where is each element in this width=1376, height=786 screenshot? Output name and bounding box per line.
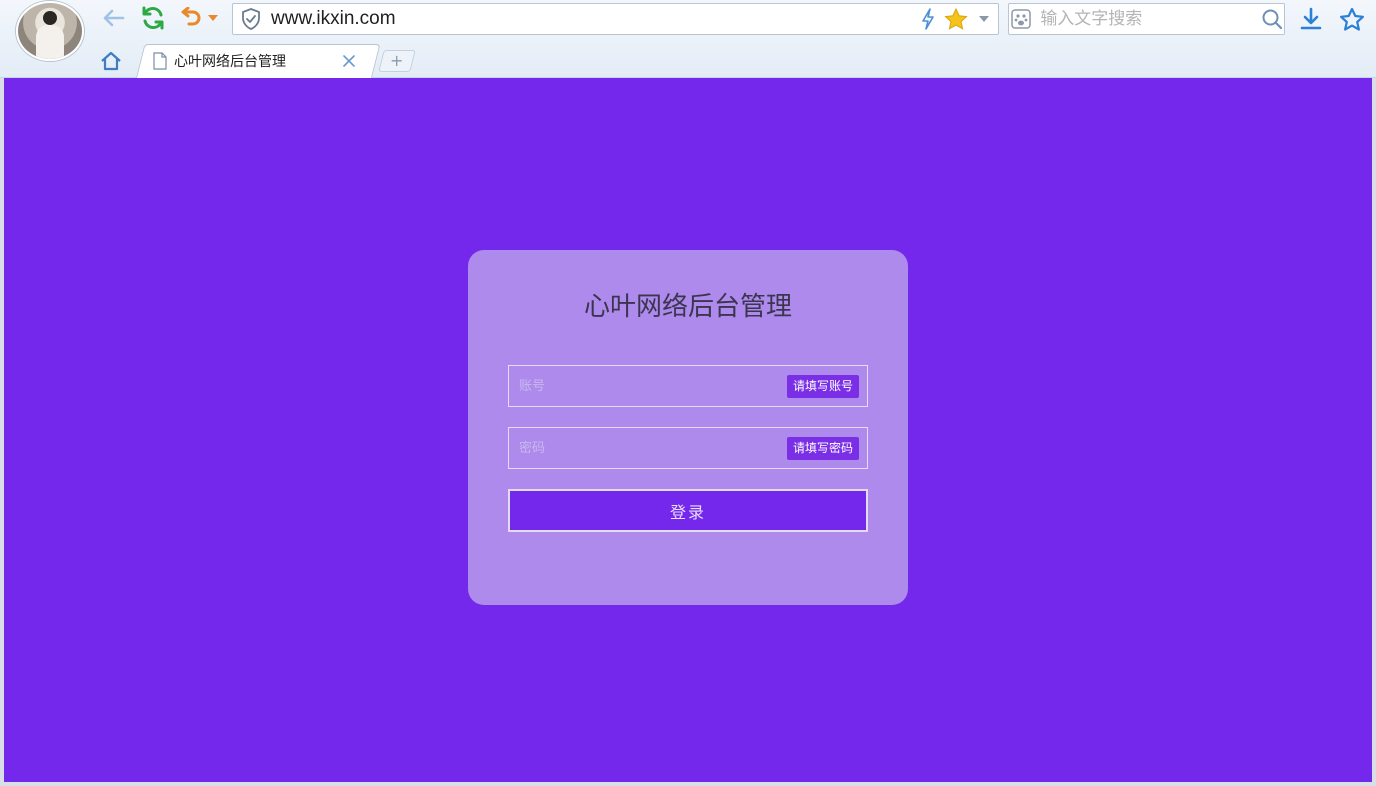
tab-active[interactable]: 心叶网络后台管理 bbox=[140, 44, 366, 78]
account-field[interactable]: 请填写账号 bbox=[508, 365, 868, 407]
browser-toolbar: 心叶网络后台管理 + bbox=[0, 0, 1376, 78]
plus-icon: + bbox=[390, 51, 404, 70]
download-icon[interactable] bbox=[1296, 4, 1326, 34]
search-input[interactable] bbox=[1032, 4, 1260, 34]
shield-icon[interactable] bbox=[233, 4, 269, 34]
star-outline-icon[interactable] bbox=[1337, 4, 1367, 34]
back-arrow-icon[interactable] bbox=[99, 4, 127, 32]
undo-dropdown-icon[interactable] bbox=[206, 4, 220, 32]
page-title: 心叶网络后台管理 bbox=[583, 292, 792, 322]
lightning-icon[interactable] bbox=[914, 4, 942, 34]
close-icon[interactable] bbox=[338, 50, 360, 72]
refresh-icon[interactable] bbox=[139, 4, 167, 32]
password-tip-badge: 请填写密码 bbox=[786, 437, 859, 460]
password-field[interactable]: 请填写密码 bbox=[508, 427, 868, 469]
address-bar[interactable] bbox=[232, 3, 999, 35]
address-dropdown-icon[interactable] bbox=[970, 4, 998, 34]
document-icon bbox=[148, 44, 172, 78]
window-frame-right bbox=[1372, 78, 1376, 786]
page-viewport: 心叶网络后台管理 请填写账号 请填写密码 登录 bbox=[4, 78, 1372, 782]
password-input[interactable] bbox=[509, 428, 779, 468]
home-icon[interactable] bbox=[98, 48, 124, 74]
undo-icon[interactable] bbox=[176, 4, 204, 32]
search-icon[interactable] bbox=[1259, 4, 1284, 34]
search-box[interactable] bbox=[1008, 3, 1285, 35]
account-input[interactable] bbox=[509, 366, 779, 406]
user-avatar[interactable] bbox=[16, 1, 84, 61]
tab-title: 心叶网络后台管理 bbox=[174, 54, 286, 70]
window-frame-bottom bbox=[0, 782, 1376, 786]
login-card: 心叶网络后台管理 请填写账号 请填写密码 登录 bbox=[468, 250, 908, 605]
star-icon[interactable] bbox=[942, 4, 970, 34]
account-tip-badge: 请填写账号 bbox=[786, 375, 859, 398]
login-button[interactable]: 登录 bbox=[508, 489, 868, 532]
search-engine-icon[interactable] bbox=[1009, 4, 1032, 34]
url-input[interactable] bbox=[269, 4, 914, 34]
new-tab-button[interactable]: + bbox=[378, 50, 416, 72]
